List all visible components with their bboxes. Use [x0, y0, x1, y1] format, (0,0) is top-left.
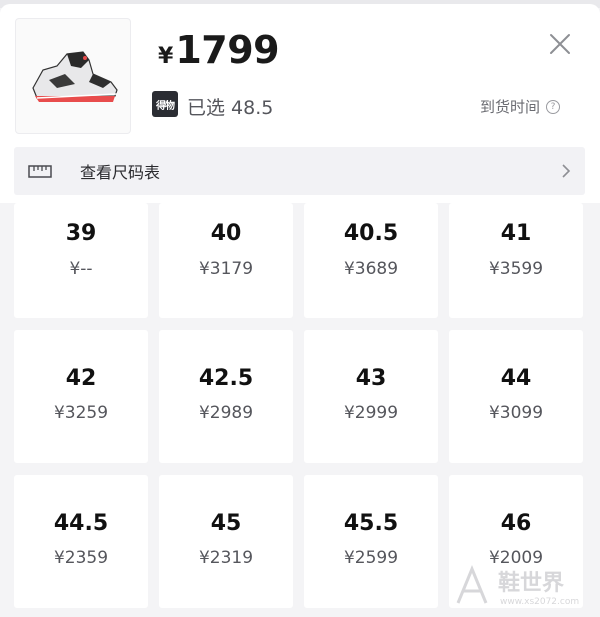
size-price: ¥2319: [198, 548, 254, 568]
size-label: 46: [500, 511, 532, 536]
size-label: 45: [210, 511, 242, 536]
size-label: 44.5: [53, 511, 109, 536]
size-price: ¥3179: [198, 259, 254, 279]
size-cell-44[interactable]: 44 ¥3099: [449, 330, 583, 463]
size-price: ¥2599: [343, 548, 399, 568]
size-chart-row[interactable]: 查看尺码表: [14, 147, 585, 195]
close-button[interactable]: [546, 30, 574, 58]
size-cell-40[interactable]: 40 ¥3179: [159, 203, 293, 318]
size-cell-43[interactable]: 43 ¥2999: [304, 330, 438, 463]
size-price: ¥3099: [488, 403, 544, 423]
price-value: 1799: [175, 28, 280, 72]
watermark-logo-icon: [456, 565, 488, 604]
watermark-text: 鞋世界: [498, 571, 565, 596]
watermark: 鞋世界 www.xs2072.com: [450, 563, 600, 615]
sneaker-image: [32, 51, 118, 102]
size-label: 40: [210, 221, 242, 246]
size-price: ¥2999: [343, 403, 399, 423]
size-price: ¥2989: [198, 403, 254, 423]
size-label: 42: [65, 366, 97, 391]
size-chart-label: 查看尺码表: [80, 163, 161, 182]
close-icon: [550, 34, 570, 54]
arrival-time-label: 到货时间: [480, 98, 541, 116]
size-cell-42[interactable]: 42 ¥3259: [14, 330, 148, 463]
size-cell-41[interactable]: 41 ¥3599: [449, 203, 583, 318]
product-thumbnail: [15, 18, 131, 134]
size-label: 44: [500, 366, 532, 391]
size-label: 43: [355, 366, 387, 391]
size-cell-39[interactable]: 39 ¥--: [14, 203, 148, 318]
size-grid: 39 ¥-- 40 ¥3179 40.5 ¥3689 41 ¥3599 42 ¥…: [0, 203, 600, 615]
watermark-url: www.xs2072.com: [500, 597, 580, 607]
size-price: ¥2359: [53, 548, 109, 568]
size-price: ¥3599: [488, 259, 544, 279]
selected-size-text: 已选 48.5: [187, 97, 274, 119]
size-cell-40-5[interactable]: 40.5 ¥3689: [304, 203, 438, 318]
size-label: 42.5: [198, 366, 254, 391]
size-label: 45.5: [343, 511, 399, 536]
size-label: 40.5: [343, 221, 399, 246]
chevron-right-icon: [562, 164, 571, 178]
currency-symbol: ¥: [158, 44, 174, 69]
brand-badge: 得物: [152, 91, 178, 117]
ruler-icon: [28, 164, 52, 178]
price-display: ¥ 1799: [158, 28, 280, 72]
arrival-time-link[interactable]: 到货时间 ?: [480, 96, 561, 117]
size-price: ¥--: [69, 259, 93, 279]
size-cell-44-5[interactable]: 44.5 ¥2359: [14, 475, 148, 608]
size-label: 41: [500, 221, 532, 246]
help-icon: ?: [546, 99, 561, 114]
size-cell-45[interactable]: 45 ¥2319: [159, 475, 293, 608]
size-label: 39: [65, 221, 97, 246]
size-price: ¥3259: [53, 403, 109, 423]
size-price: ¥3689: [343, 259, 399, 279]
size-cell-42-5[interactable]: 42.5 ¥2989: [159, 330, 293, 463]
size-cell-45-5[interactable]: 45.5 ¥2599: [304, 475, 438, 608]
